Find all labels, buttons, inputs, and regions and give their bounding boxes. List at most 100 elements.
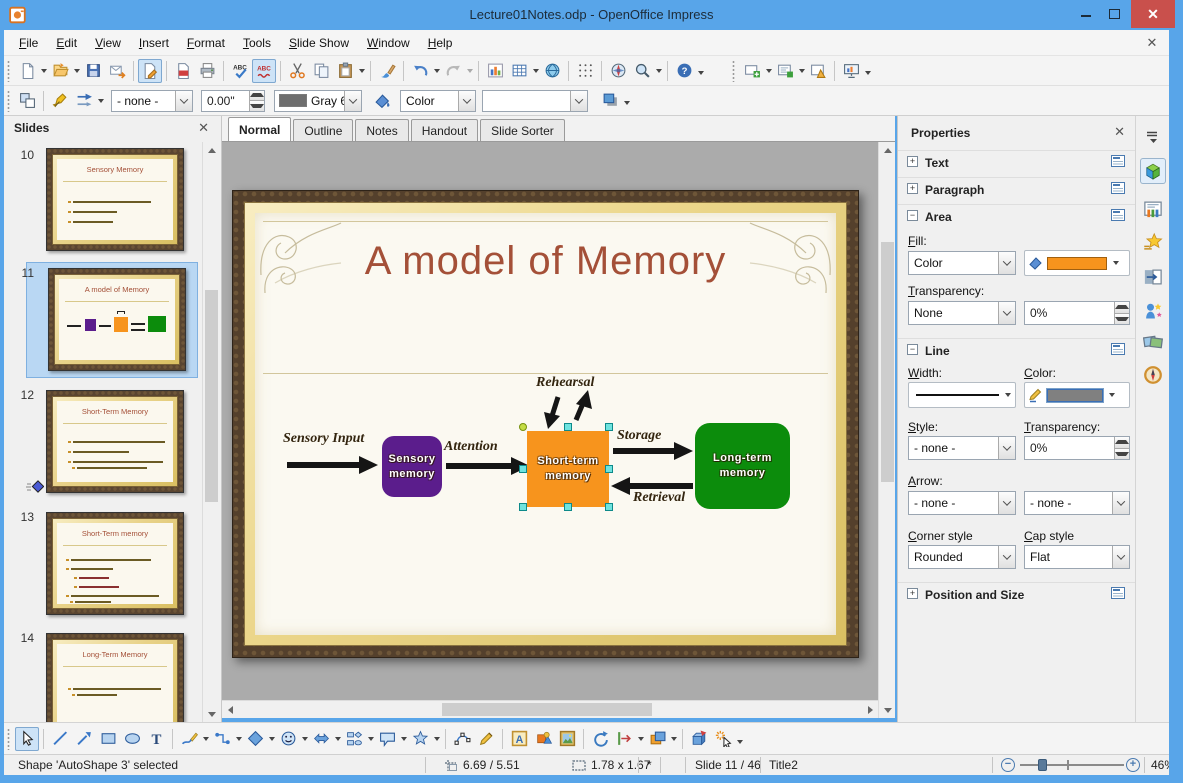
ellipse-button[interactable] — [120, 727, 144, 751]
basic-shapes-button[interactable] — [243, 727, 267, 751]
menu-edit[interactable]: Edit — [47, 32, 86, 54]
new-slide-dropdown[interactable] — [764, 59, 773, 83]
tab-handout[interactable]: Handout — [410, 119, 479, 141]
open-button[interactable] — [48, 59, 72, 83]
curve-button[interactable] — [177, 727, 201, 751]
selection-handle[interactable] — [564, 423, 572, 431]
fontwork-button[interactable]: A — [507, 727, 531, 751]
slide-thumbnail-10[interactable]: Sensory Memory — [46, 148, 184, 251]
scrollbar-thumb[interactable] — [442, 703, 652, 716]
stars-button[interactable] — [408, 727, 432, 751]
toolbar-grip[interactable] — [6, 727, 11, 750]
toolbar-overflow[interactable] — [735, 730, 744, 754]
menu-file[interactable]: File — [10, 32, 47, 54]
shapes-gallery-button[interactable] — [531, 727, 555, 751]
sidebar-tab-navigator[interactable] — [1140, 362, 1166, 388]
toolbar-grip[interactable] — [6, 59, 11, 82]
maximize-button[interactable] — [1100, 0, 1128, 28]
auto-spellcheck-button[interactable]: ABC — [252, 58, 276, 83]
menu-help[interactable]: Help — [419, 32, 462, 54]
section-position-size[interactable]: + Position and Size — [898, 582, 1135, 606]
selection-handle[interactable] — [605, 503, 613, 511]
spellcheck-button[interactable]: ABC — [228, 59, 252, 83]
arrow-end-select[interactable]: - none - — [1024, 491, 1130, 515]
paste-dropdown[interactable] — [357, 59, 366, 83]
slide-thumbnail-12[interactable]: Short-Term Memory — [46, 390, 184, 493]
label-retrieval[interactable]: Retrieval — [633, 490, 685, 506]
vertical-scrollbar[interactable] — [878, 142, 895, 718]
chevron-down-icon[interactable] — [998, 492, 1015, 514]
area-fill-color-button[interactable] — [1024, 250, 1130, 276]
area-transparency-type-select[interactable]: None — [908, 301, 1016, 325]
sidebar-menu-button[interactable] — [1140, 124, 1166, 150]
text-button[interactable]: T — [144, 727, 168, 751]
alignment-button[interactable] — [612, 727, 636, 751]
chevron-down-icon[interactable] — [998, 252, 1015, 274]
arrow-button[interactable] — [72, 727, 96, 751]
new-button[interactable] — [15, 59, 39, 83]
chevron-down-icon[interactable] — [1112, 492, 1129, 514]
cap-style-select[interactable]: Flat — [1024, 545, 1130, 569]
redo-button[interactable] — [441, 59, 465, 83]
dialog-launcher-icon[interactable] — [1111, 209, 1125, 224]
stars-dropdown[interactable] — [432, 727, 441, 751]
redo-dropdown[interactable] — [465, 59, 474, 83]
callouts-button[interactable] — [375, 727, 399, 751]
selection-handle[interactable] — [564, 503, 572, 511]
line-width-spinner[interactable]: 0.00" — [201, 89, 265, 112]
close-button[interactable]: ✕ — [1131, 0, 1175, 28]
title-bar[interactable]: Lecture01Notes.odp - OpenOffice Impress … — [0, 0, 1183, 30]
print-button[interactable] — [195, 59, 219, 83]
fill-color-dropdown[interactable] — [1111, 251, 1120, 275]
slide-thumbnail-14[interactable]: Long-Term Memory — [46, 633, 184, 722]
sensory-memory-box[interactable]: Sensory memory — [382, 436, 442, 497]
arrow-start-select[interactable]: - none - — [908, 491, 1016, 515]
section-paragraph[interactable]: + Paragraph — [898, 177, 1135, 201]
spin-down-icon[interactable] — [250, 100, 264, 111]
insert-table-button[interactable] — [507, 59, 531, 83]
paste-button[interactable] — [333, 59, 357, 83]
menu-view[interactable]: View — [86, 32, 130, 54]
new-slide-button[interactable] — [740, 59, 764, 83]
selection-handle[interactable] — [605, 465, 613, 473]
symbol-shapes-button[interactable] — [276, 727, 300, 751]
spin-up-icon[interactable] — [1115, 302, 1129, 313]
line-button[interactable] — [48, 727, 72, 751]
section-line[interactable]: − Line — [898, 338, 1135, 362]
scroll-up-icon[interactable] — [203, 142, 220, 158]
selection-handle[interactable] — [519, 465, 527, 473]
zoom-slider-thumb[interactable] — [1038, 759, 1047, 771]
arrow-style-dropdown[interactable] — [96, 89, 105, 113]
rotate-button[interactable] — [588, 727, 612, 751]
expand-icon[interactable]: + — [907, 183, 918, 194]
scroll-down-icon[interactable] — [203, 706, 220, 722]
slide-thumbnail-11[interactable]: A model of Memory — [48, 268, 186, 371]
fill-color-select[interactable] — [482, 89, 588, 112]
toolbar-overflow[interactable] — [696, 61, 705, 85]
copy-button[interactable] — [309, 59, 333, 83]
chevron-down-icon[interactable] — [458, 90, 475, 111]
navigator-button[interactable] — [606, 59, 630, 83]
line-color-select[interactable]: Gray 6 — [274, 89, 362, 112]
presentation-button[interactable] — [839, 59, 863, 83]
spin-down-icon[interactable] — [1115, 312, 1129, 324]
position-size-button[interactable] — [15, 89, 39, 113]
line-style-select[interactable]: - none - — [908, 436, 1016, 460]
sidebar-tab-effects[interactable] — [1140, 298, 1166, 324]
insert-table-dropdown[interactable] — [531, 59, 540, 83]
clone-formatting-button[interactable] — [375, 59, 399, 83]
close-document-button[interactable]: ✕ — [1143, 34, 1161, 52]
from-file-button[interactable] — [555, 727, 579, 751]
collapse-icon[interactable]: − — [907, 344, 918, 355]
new-dropdown[interactable] — [39, 59, 48, 83]
expand-icon[interactable]: + — [907, 588, 918, 599]
toolbar-grip[interactable] — [731, 59, 736, 82]
corner-style-select[interactable]: Rounded — [908, 545, 1016, 569]
line-width-select[interactable] — [908, 382, 1016, 408]
slides-panel-close-button[interactable]: ✕ — [198, 120, 209, 136]
section-text[interactable]: + Text — [898, 150, 1135, 174]
spin-down-icon[interactable] — [1115, 447, 1129, 459]
line-dialog-button[interactable] — [48, 89, 72, 113]
chevron-down-icon[interactable] — [570, 90, 587, 111]
short-term-memory-box[interactable]: Short-term memory — [527, 431, 609, 507]
